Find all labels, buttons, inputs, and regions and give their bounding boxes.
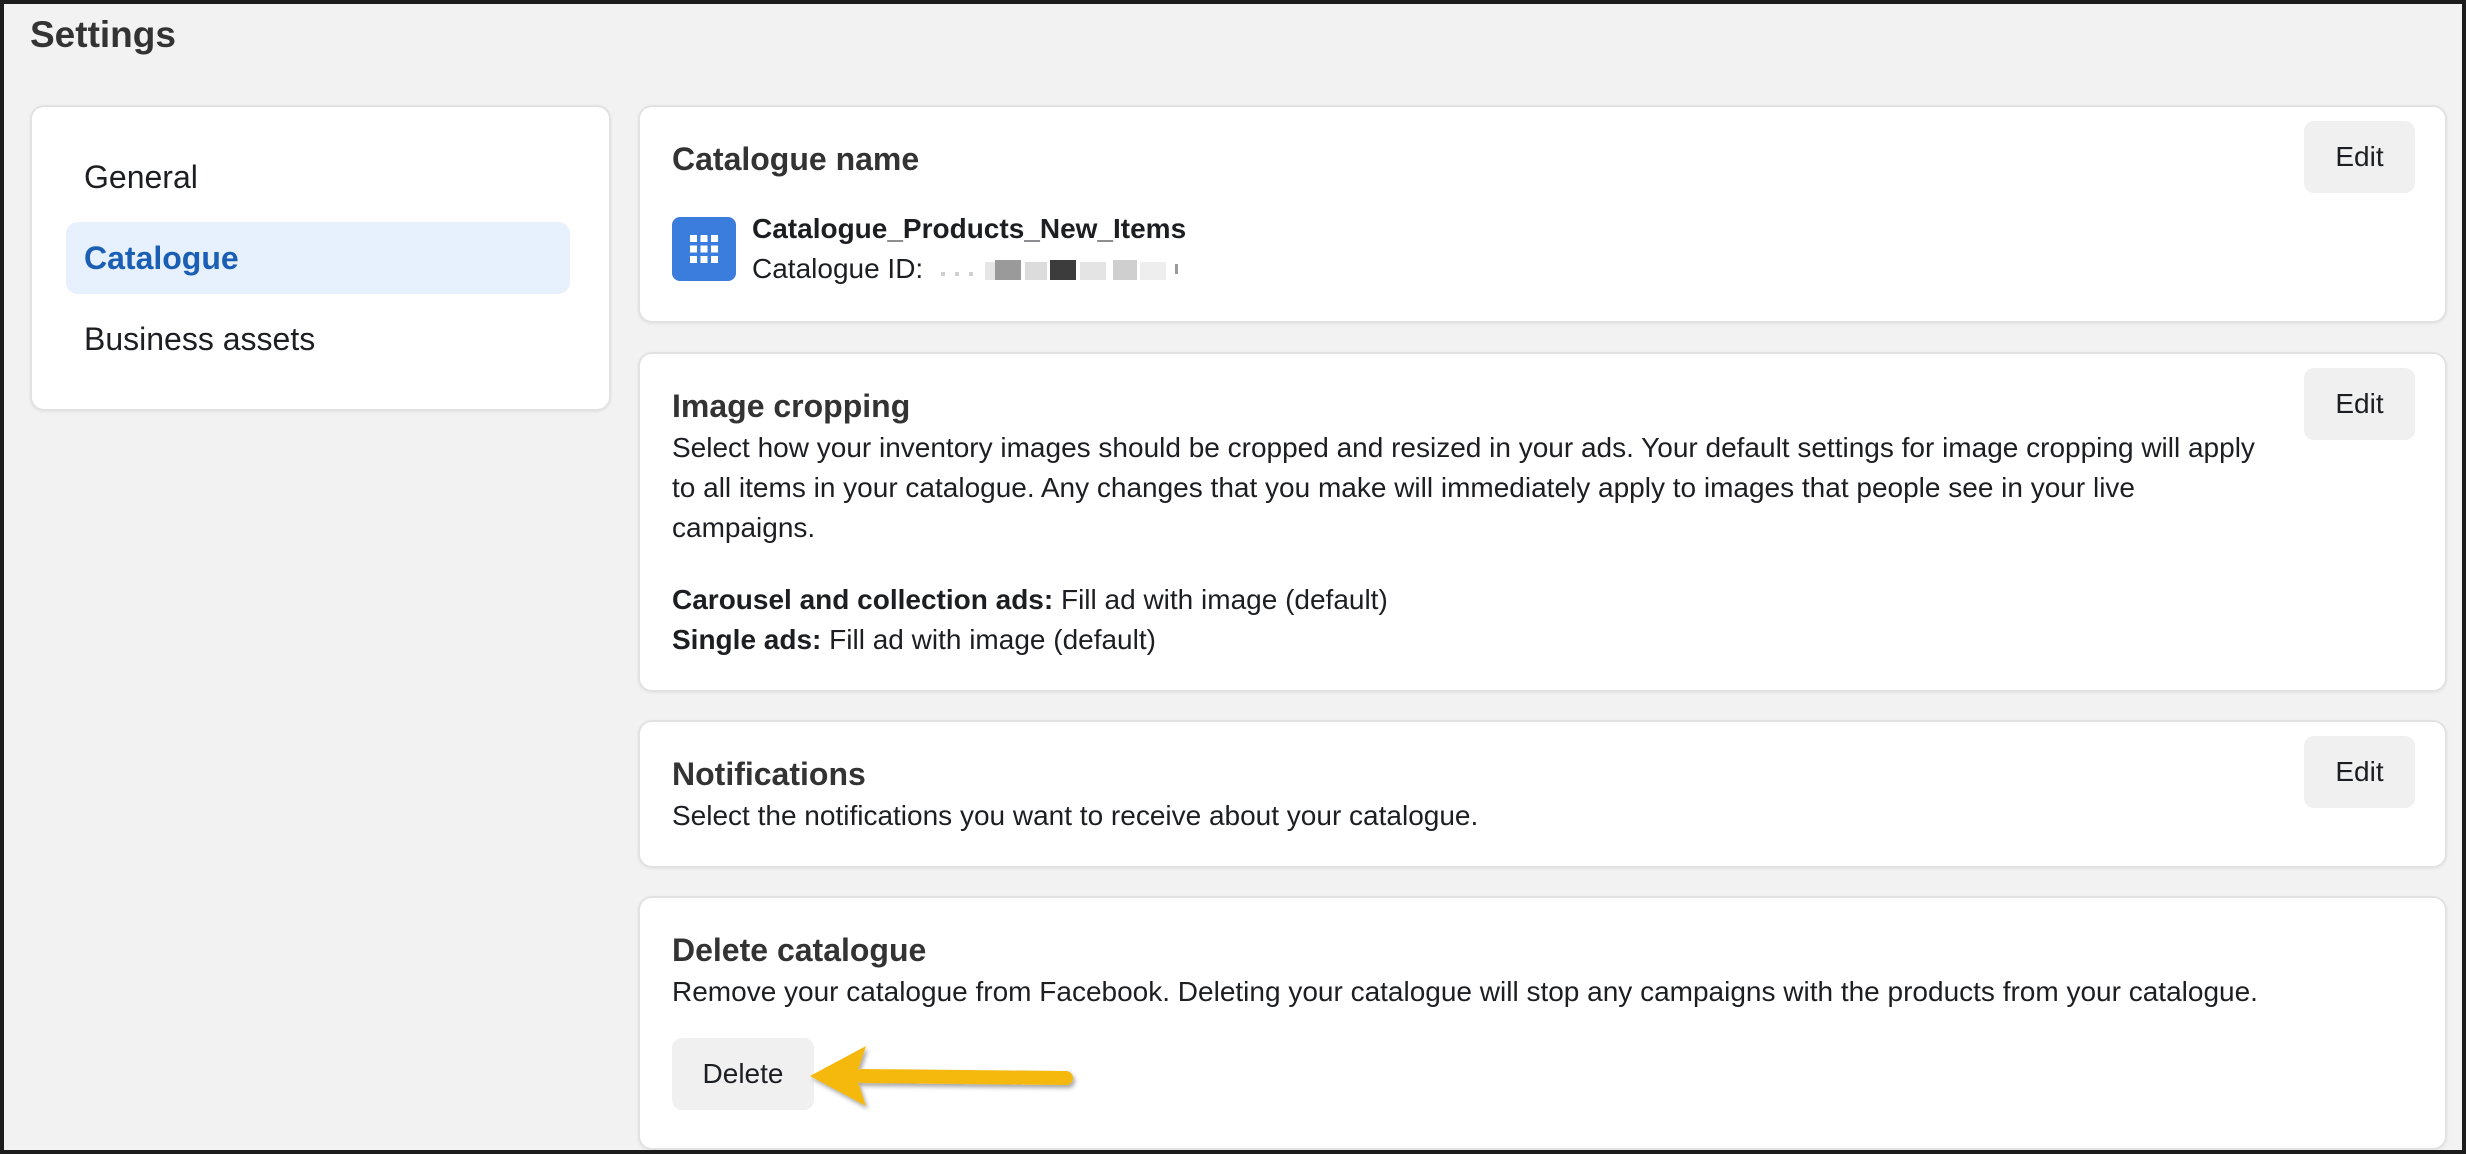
notifications-title: Notifications bbox=[672, 756, 866, 792]
notifications-card: Notifications Edit Select the notificati… bbox=[638, 720, 2447, 868]
delete-button[interactable]: Delete bbox=[672, 1038, 814, 1110]
delete-catalogue-description: Remove your catalogue from Facebook. Del… bbox=[672, 976, 2258, 1007]
carousel-setting-label: Carousel and collection ads: bbox=[672, 584, 1054, 615]
sidebar-item-catalogue[interactable]: Catalogue bbox=[66, 222, 570, 294]
catalogue-name-edit-button[interactable]: Edit bbox=[2304, 121, 2415, 193]
catalogue-name-title: Catalogue name bbox=[672, 141, 920, 177]
catalogue-id-label: Catalogue ID: bbox=[752, 253, 924, 284]
grid-icon bbox=[672, 217, 736, 281]
sidebar: General Catalogue Business assets bbox=[30, 105, 611, 411]
page-title: Settings bbox=[30, 14, 176, 55]
catalogue-name-card: Catalogue name Edit Catalogue_Products_N… bbox=[638, 105, 2447, 323]
carousel-setting-value: Fill ad with image (default) bbox=[1060, 584, 1388, 615]
catalogue-id: Catalogue ID: bbox=[752, 253, 1195, 285]
image-cropping-card: Image cropping Edit Select how your inve… bbox=[638, 352, 2447, 692]
notifications-edit-button[interactable]: Edit bbox=[2304, 736, 2415, 808]
sidebar-item-business-assets[interactable]: Business assets bbox=[66, 303, 570, 375]
settings-window: Settings General Catalogue Business asse… bbox=[0, 0, 2466, 1154]
single-ads-setting: Single ads: Fill ad with image (default) bbox=[672, 620, 1156, 660]
notifications-description: Select the notifications you want to rec… bbox=[672, 800, 1479, 831]
image-cropping-edit-button[interactable]: Edit bbox=[2304, 368, 2415, 440]
delete-catalogue-title: Delete catalogue bbox=[672, 932, 927, 968]
single-ads-label: Single ads: bbox=[672, 624, 822, 655]
sidebar-item-general[interactable]: General bbox=[66, 141, 570, 213]
single-ads-value: Fill ad with image (default) bbox=[829, 624, 1156, 655]
redacted-id-block bbox=[941, 259, 1178, 280]
catalogue-name: Catalogue_Products_New_Items bbox=[752, 213, 1187, 244]
image-cropping-description: Select how your inventory images should … bbox=[672, 432, 2255, 543]
image-cropping-title: Image cropping bbox=[672, 388, 911, 424]
annotation-arrow-icon bbox=[810, 1046, 1073, 1106]
carousel-setting: Carousel and collection ads: Fill ad wit… bbox=[672, 580, 1388, 620]
